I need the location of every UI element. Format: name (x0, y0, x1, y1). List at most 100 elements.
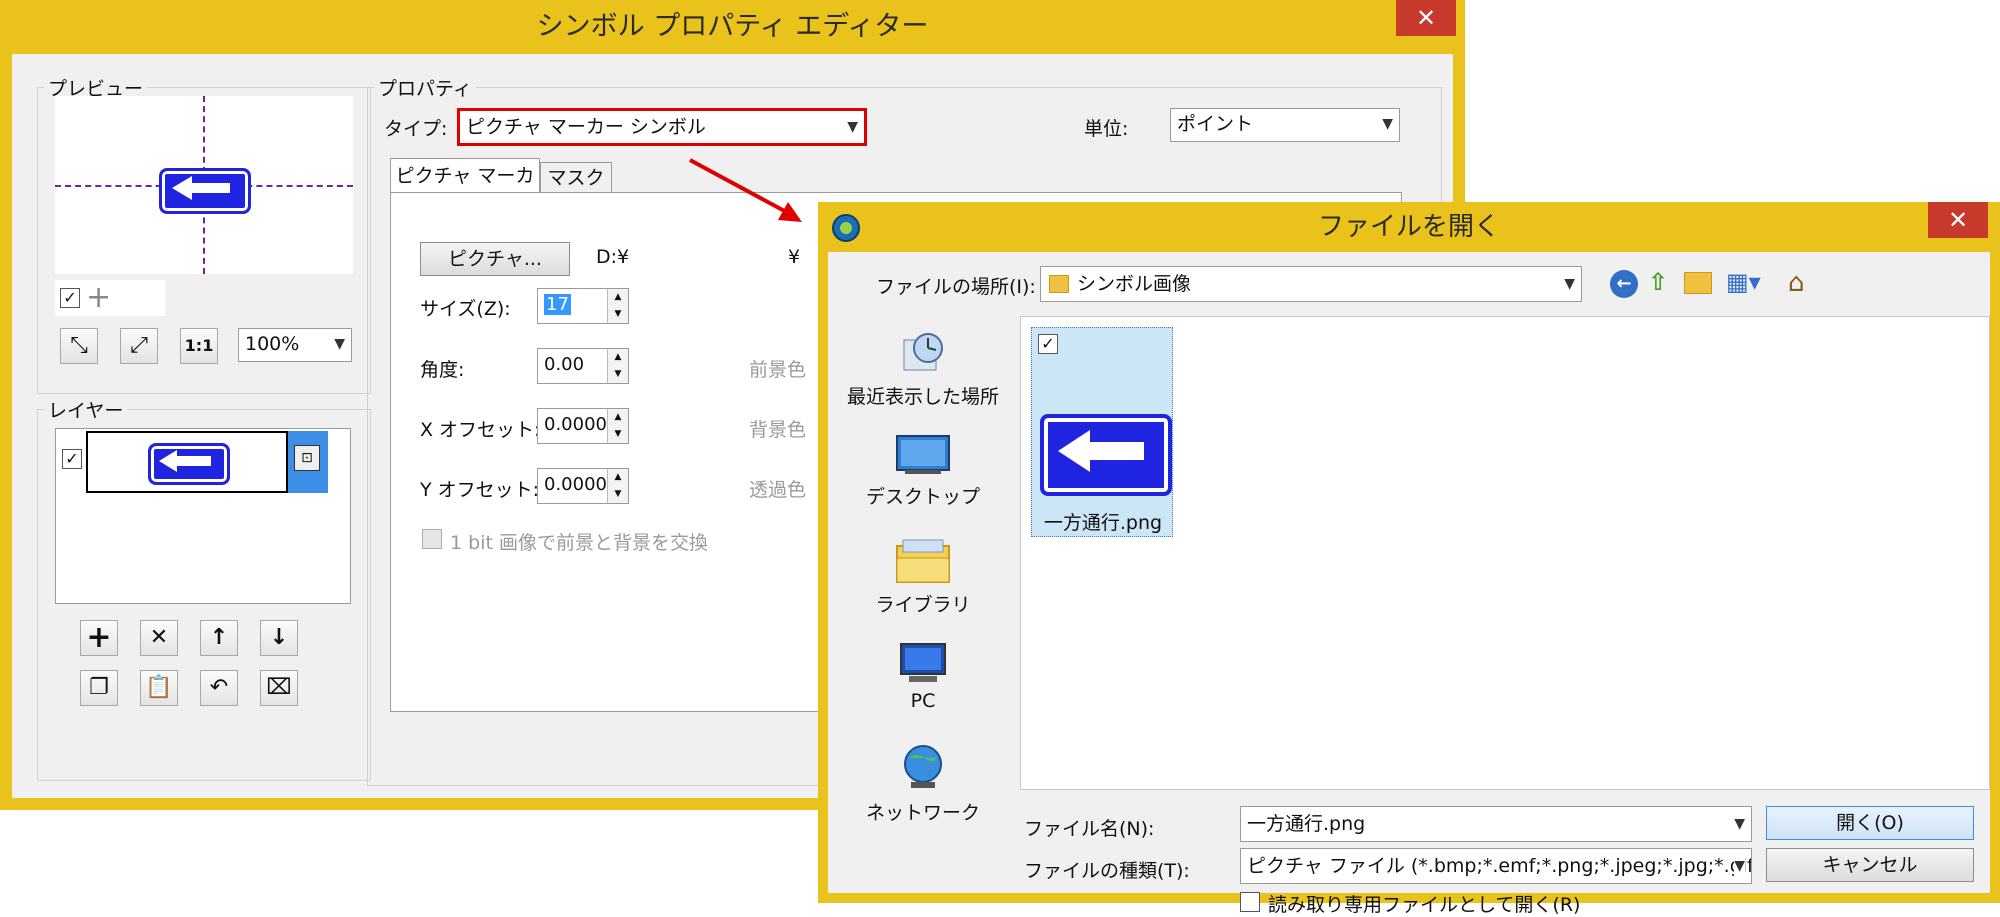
crosshair-icon[interactable]: + (86, 280, 111, 316)
paste-icon[interactable]: 📋 (140, 670, 178, 706)
place-libraries[interactable]: ライブラリ (828, 538, 1018, 617)
left-arrow-icon (159, 450, 211, 472)
place-recent[interactable]: 最近表示した場所 (828, 330, 1018, 409)
type-select[interactable]: ピクチャ マーカー シンボル ▼ (457, 108, 867, 146)
zoom-select[interactable]: 100% ▼ (238, 328, 352, 362)
move-down-icon[interactable]: ↓ (260, 620, 298, 656)
size-label: サイズ(Z): (420, 298, 511, 320)
network-icon (904, 745, 942, 788)
filename-input[interactable]: 一方通行.png ▼ (1240, 806, 1752, 842)
spin-up-icon[interactable]: ▲ (607, 289, 628, 306)
foreground-color-label: 前景色 (749, 359, 807, 381)
place-network-label: ネットワーク (865, 802, 980, 824)
tab-mask[interactable]: マスク (540, 162, 612, 194)
filename-label: ファイル名(N): (1024, 818, 1155, 840)
close-button[interactable]: ✕ (1396, 0, 1456, 36)
x-offset-value: 0.0000 (544, 414, 607, 435)
x-offset-label: X オフセット: (420, 419, 541, 441)
left-arrow-icon (1058, 430, 1144, 472)
layer-lock-cell[interactable]: ⊡ (288, 431, 328, 493)
swap-colors-label: 1 bit 画像で前景と背景を交換 (450, 532, 708, 554)
dialog-title: ファイルを開く (1317, 212, 1500, 242)
chevron-down-icon: ▼ (334, 336, 345, 352)
location-select[interactable]: シンボル画像 ▼ (1040, 266, 1582, 302)
unit-value: ポイント (1177, 113, 1254, 135)
spin-up-icon[interactable]: ▲ (607, 409, 628, 426)
y-offset-label: Y オフセット: (420, 479, 540, 501)
spin-down-icon[interactable]: ▼ (607, 426, 628, 443)
libraries-icon (896, 539, 950, 583)
layer-thumbnail (148, 443, 230, 485)
angle-spinner[interactable]: 0.00 ▲ ▼ (537, 348, 629, 384)
up-folder-icon[interactable]: ⇧ (1648, 268, 1668, 296)
spin-down-icon[interactable]: ▼ (607, 306, 628, 323)
dialog-close-button[interactable]: ✕ (1928, 202, 1988, 238)
place-network[interactable]: ネットワーク (828, 742, 1018, 825)
file-item-name: 一方通行.png (1043, 512, 1163, 534)
desktop-icon (896, 435, 950, 474)
file-item[interactable]: ✓ 一方通行.png (1031, 327, 1173, 537)
readonly-label: 読み取り専用ファイルとして開く(R) (1268, 894, 1581, 916)
place-pc[interactable]: PC (828, 642, 1018, 712)
cancel-button[interactable]: キャンセル (1766, 848, 1974, 882)
left-arrow-icon (172, 176, 230, 200)
zoom-value: 100% (245, 333, 300, 355)
preview-checkbox[interactable]: ✓ (60, 288, 80, 308)
picture-path: D:¥ (596, 246, 630, 268)
home-icon[interactable]: ⌂ (1788, 268, 1805, 298)
transparent-color-label: 透過色 (749, 479, 807, 501)
x-offset-spinner[interactable]: 0.0000 ▲ ▼ (537, 408, 629, 444)
file-list[interactable]: ✓ 一方通行.png (1020, 316, 1990, 790)
actual-size-button[interactable]: 1:1 (180, 328, 218, 364)
filetype-select[interactable]: ピクチャ ファイル (*.bmp;*.emf;*.png;*.jpeg;*.jp… (1240, 848, 1752, 884)
picture-button[interactable]: ピクチャ... (420, 242, 570, 276)
layer-item[interactable] (86, 431, 288, 493)
size-value: 17 (544, 294, 571, 315)
tag-icon[interactable]: ⌧ (260, 670, 298, 706)
place-pc-label: PC (910, 690, 936, 712)
layer-visible-checkbox[interactable]: ✓ (62, 449, 82, 469)
lock-icon[interactable]: ⊡ (294, 445, 320, 471)
layer-list[interactable]: ✓ ⊡ (55, 428, 351, 604)
file-thumbnail (1040, 414, 1172, 496)
place-recent-label: 最近表示した場所 (846, 386, 999, 408)
spin-down-icon[interactable]: ▼ (607, 486, 628, 503)
swap-colors-checkbox[interactable] (422, 529, 442, 549)
open-file-dialog: ファイルを開く ✕ ファイルの場所(I): シンボル画像 ▼ ← ⇧ ▦▾ ⌂ … (818, 202, 2000, 916)
folder-icon (1049, 275, 1069, 293)
unit-select[interactable]: ポイント ▼ (1170, 108, 1400, 142)
size-spinner[interactable]: 17 ▲ ▼ (537, 288, 629, 324)
tab-picture-marker[interactable]: ピクチャ マーカー (390, 158, 540, 221)
copy-icon[interactable]: ❐ (80, 670, 118, 706)
view-menu-icon[interactable]: ▦▾ (1726, 268, 1761, 296)
add-layer-icon[interactable]: + (80, 620, 118, 656)
place-desktop[interactable]: デスクトップ (828, 434, 1018, 509)
location-value: シンボル画像 (1077, 273, 1192, 295)
remove-layer-icon[interactable]: ✕ (140, 620, 178, 656)
chevron-down-icon: ▼ (1382, 116, 1393, 132)
angle-value: 0.00 (544, 354, 585, 375)
y-offset-value: 0.0000 (544, 474, 607, 495)
spin-up-icon[interactable]: ▲ (607, 349, 628, 366)
spin-up-icon[interactable]: ▲ (607, 469, 628, 486)
spin-down-icon[interactable]: ▼ (607, 366, 628, 383)
recent-places-icon (903, 333, 943, 371)
chevron-down-icon: ▼ (1734, 816, 1745, 832)
new-folder-icon[interactable] (1684, 272, 1712, 294)
dialog-client-area: ファイルの場所(I): シンボル画像 ▼ ← ⇧ ▦▾ ⌂ 最近表示した場所 デ… (828, 252, 1990, 916)
pc-icon (900, 643, 946, 682)
back-icon[interactable]: ← (1610, 270, 1638, 298)
file-item-checkbox[interactable]: ✓ (1038, 334, 1058, 354)
background-color-label: 背景色 (749, 419, 807, 441)
readonly-checkbox[interactable] (1240, 892, 1260, 912)
properties-legend: プロパティ (378, 78, 472, 100)
type-label: タイプ: (384, 118, 448, 140)
zoom-in-icon[interactable]: ⤡ (60, 328, 98, 364)
reset-icon[interactable]: ↶ (200, 670, 238, 706)
fit-to-window-icon[interactable]: ⤢ (120, 328, 158, 364)
move-up-icon[interactable]: ↑ (200, 620, 238, 656)
y-offset-spinner[interactable]: 0.0000 ▲ ▼ (537, 468, 629, 504)
open-button[interactable]: 開く(O) (1766, 806, 1974, 840)
one-way-sign-preview (159, 168, 251, 214)
chevron-down-icon: ▼ (1734, 849, 1745, 883)
